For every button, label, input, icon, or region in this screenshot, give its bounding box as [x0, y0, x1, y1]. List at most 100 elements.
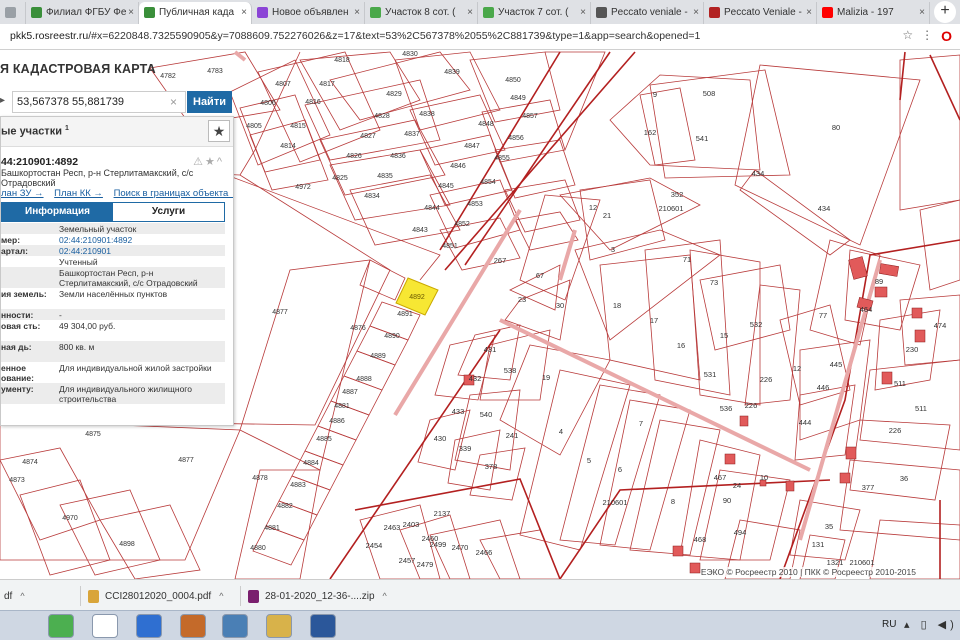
attribute-value[interactable]: 02:44:210901:4892	[59, 235, 223, 245]
close-tab-icon[interactable]: ×	[580, 2, 586, 24]
parcel-label: 4851	[442, 243, 458, 250]
url-text[interactable]: pkk5.rosreestr.ru/#x=6220848.7325590905&…	[10, 30, 700, 42]
parcel-label: 226	[745, 401, 758, 410]
attribute-value: Учтенный	[59, 257, 98, 267]
parcel-label: 4830	[402, 51, 418, 58]
download-item[interactable]: 28-01-2020_12-36-....zip ^	[248, 586, 387, 606]
parcel-label: 434	[752, 169, 765, 178]
parcel-label: 162	[644, 128, 657, 137]
parcel-label: 4849	[510, 95, 526, 102]
attribute-row: ументу: Для индивидуального жилищного стр…	[1, 383, 225, 404]
parcel-label: 80	[832, 123, 840, 132]
browser-tab[interactable]: Malizia - 197 ×	[817, 2, 930, 24]
parcel-label: 4836	[390, 153, 406, 160]
folder-icon[interactable]	[266, 614, 292, 638]
language-indicator[interactable]: RU	[882, 619, 896, 630]
browser-tab[interactable]: Peccato Veniale - ×	[704, 2, 817, 24]
plan-zu-link[interactable]: лан ЗУ →	[1, 188, 44, 199]
download-separator	[80, 586, 81, 606]
parcel-label: 4876	[350, 325, 366, 332]
download-options-icon[interactable]: ^	[383, 591, 387, 601]
star-icon[interactable]: ★	[205, 156, 217, 168]
word-icon[interactable]	[310, 614, 336, 638]
windows-taskbar: RU ▴ ▯ ◀)	[0, 610, 960, 640]
clear-search-icon[interactable]: ×	[170, 95, 177, 109]
parcel-label: 19	[542, 373, 550, 382]
browser-tab[interactable]: Публичная када ×	[139, 2, 252, 24]
download-item[interactable]: df ^	[4, 586, 25, 606]
opera-icon[interactable]: O	[941, 28, 952, 44]
avito-icon	[257, 7, 268, 18]
close-tab-icon[interactable]: ×	[806, 2, 812, 24]
system-tray[interactable]: ▴ ▯ ◀)	[904, 618, 958, 631]
close-tab-icon[interactable]: ×	[919, 2, 925, 24]
parcel-label: 4818	[334, 57, 350, 64]
address-bar[interactable]: pkk5.rosreestr.ru/#x=6220848.7325590905&…	[0, 24, 960, 50]
map-title: Я КАДАСТРОВАЯ КАРТА	[0, 62, 156, 76]
browser-tab[interactable]: Участок 8 сот. (×	[365, 2, 478, 24]
browser-tab[interactable]: Новое объявлен ×	[252, 2, 365, 24]
download-item[interactable]: CCI28012020_0004.pdf ^	[88, 586, 223, 606]
download-options-icon[interactable]: ^	[219, 591, 223, 601]
attribute-label: овая сть:	[1, 321, 41, 331]
parcel-label: 4806	[260, 100, 276, 107]
attribute-value: Для индивидуальной жилой застройки	[59, 363, 212, 373]
close-tab-icon[interactable]: ×	[128, 2, 134, 24]
close-tab-icon[interactable]: ×	[354, 2, 360, 24]
parcel-label: 4825	[332, 175, 348, 182]
tab-information[interactable]: Информация	[2, 203, 113, 221]
attribute-value: 800 кв. м	[59, 342, 95, 352]
parcel-label: 4972	[295, 184, 311, 191]
bookmark-star-icon[interactable]: ☆	[902, 28, 913, 44]
browser-tab[interactable]: Филиал ФГБУ Фе ×	[26, 2, 139, 24]
url-domain: pkk5.rosreestr.ru	[10, 30, 89, 42]
close-tab-icon[interactable]: ×	[241, 2, 247, 24]
tab-services[interactable]: Услуги	[113, 203, 224, 221]
attribute-row: Земельный участок	[1, 223, 225, 234]
parcel-label: 4874	[22, 459, 38, 466]
parcel-label: 73	[710, 278, 718, 287]
download-options-icon[interactable]: ^	[20, 591, 24, 601]
browser-icon[interactable]	[136, 614, 162, 638]
new-tab-button[interactable]: +	[934, 1, 956, 23]
parcel-label: 226	[760, 375, 773, 384]
menu-icon[interactable]: ⋮	[921, 28, 933, 44]
close-tab-icon[interactable]: ×	[693, 2, 699, 24]
zip-icon	[248, 589, 259, 603]
collapse-icon[interactable]: ^	[217, 156, 224, 168]
warning-icon[interactable]: ⚠	[193, 156, 205, 168]
parcel-label: 71	[683, 255, 691, 264]
chrome-icon[interactable]	[48, 614, 74, 638]
plan-kk-link[interactable]: План КК →	[54, 188, 103, 199]
tab-label: Филиал ФГБУ Фе	[46, 7, 127, 18]
notes-icon[interactable]	[180, 614, 206, 638]
attribute-value[interactable]: 02:44:210901	[59, 246, 223, 256]
parcel-label: 541	[696, 134, 709, 143]
browser-tab[interactable]: Участок 7 сот. (×	[478, 2, 591, 24]
close-tab-icon[interactable]: ×	[467, 2, 473, 24]
parcel-label: 540	[480, 410, 493, 419]
search-expand-icon[interactable]: ▸	[0, 95, 5, 106]
attribute-value: Земли населённых пунктов	[59, 289, 168, 299]
parcel-label: 4857	[522, 113, 538, 120]
browser-tab[interactable]	[0, 2, 26, 24]
parcel-label: 431	[484, 345, 497, 354]
yandex-icon[interactable]	[92, 614, 118, 638]
parcel-label: 210601	[658, 204, 683, 213]
parcel-label: 430	[434, 434, 447, 443]
search-input[interactable]: 53,567378 55,881739	[12, 91, 186, 113]
parcel-label: 4829	[386, 91, 402, 98]
search-in-bounds-link[interactable]: Поиск в границах объекта →	[114, 188, 233, 199]
parcel-label: 378	[485, 462, 498, 471]
favorite-star-button[interactable]: ★	[208, 120, 230, 142]
parcel-label: 4847	[464, 143, 480, 150]
parcel-label: 4873	[9, 477, 25, 484]
parcel-label: 4885	[316, 436, 332, 443]
parcel-label: 538	[504, 366, 517, 375]
photo-viewer-icon[interactable]	[222, 614, 248, 638]
tab-label: Malizia - 197	[837, 7, 894, 18]
browser-tab[interactable]: Peccato veniale - ×	[591, 2, 704, 24]
search-button[interactable]: Найти	[187, 91, 232, 113]
parcel-label: 4891	[397, 311, 413, 318]
parcel-label: 67	[536, 271, 544, 280]
